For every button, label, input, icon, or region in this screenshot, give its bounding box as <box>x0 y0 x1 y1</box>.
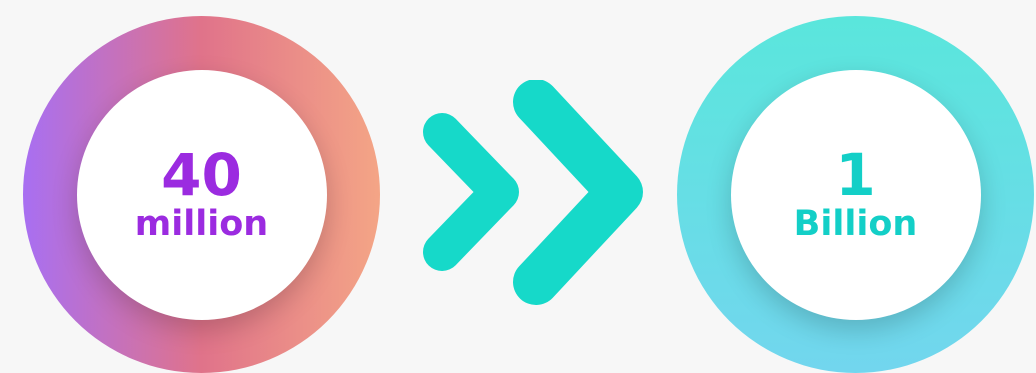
right-stat-number: 1 <box>835 140 876 209</box>
left-stat-circle: 40 million <box>76 69 327 320</box>
left-gradient-ring: 40 million <box>23 16 380 373</box>
left-stat-unit: million <box>134 203 269 244</box>
right-gradient-ring: 1 Billion <box>677 16 1034 373</box>
right-stat-unit: Billion <box>793 203 918 244</box>
double-chevron-right-icon <box>423 80 643 305</box>
right-stat-circle: 1 Billion <box>730 69 981 320</box>
chevron-large <box>513 80 643 305</box>
chevron-small <box>423 113 519 271</box>
left-stat-number: 40 <box>161 140 242 209</box>
page: { "left_stat": { "number": "40", "unit":… <box>0 0 1036 373</box>
